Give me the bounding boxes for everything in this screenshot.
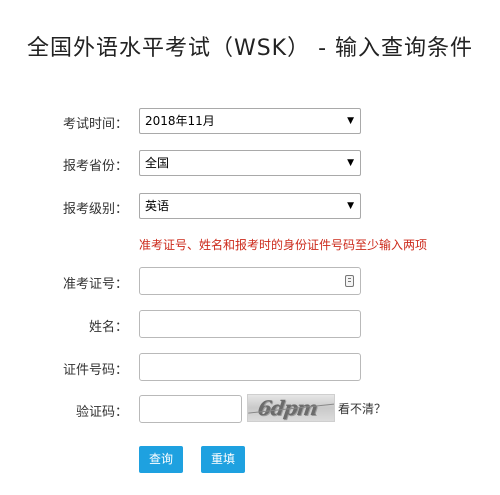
name-label: 姓名： [88, 320, 128, 335]
captcha-input[interactable] [139, 395, 242, 423]
id-card-icon [345, 275, 354, 287]
level-value: 英语 [145, 199, 170, 213]
ticket-number-label: 准考证号： [62, 277, 128, 292]
level-select[interactable]: 英语 ▼ [139, 193, 361, 219]
page-title: 全国外语水平考试（WSK） - 输入查询条件 [26, 36, 474, 61]
id-number-label: 证件号码： [62, 363, 128, 378]
query-button[interactable]: 查询 [139, 446, 183, 473]
reset-button[interactable]: 重填 [201, 446, 245, 473]
province-select[interactable]: 全国 ▼ [139, 150, 361, 176]
captcha-label: 验证码： [75, 405, 128, 420]
requirement-hint: 准考证号、姓名和报考时的身份证件号码至少输入两项 [139, 238, 428, 252]
dropdown-arrow-icon: ▼ [347, 158, 354, 168]
captcha-refresh-link[interactable]: 看不清？ [338, 400, 386, 417]
exam-time-value: 2018年11月 [145, 114, 215, 128]
level-label: 报考级别： [62, 202, 128, 217]
exam-time-label: 考试时间： [62, 117, 128, 132]
exam-time-select[interactable]: 2018年11月 ▼ [139, 108, 361, 134]
id-number-input[interactable] [139, 353, 361, 381]
province-value: 全国 [145, 156, 170, 170]
province-label: 报考省份： [62, 159, 128, 174]
captcha-image[interactable]: 6dpm [247, 394, 335, 422]
dropdown-arrow-icon: ▼ [347, 116, 354, 126]
name-input[interactable] [139, 310, 361, 338]
ticket-number-input[interactable] [139, 267, 361, 295]
dropdown-arrow-icon: ▼ [347, 201, 354, 211]
